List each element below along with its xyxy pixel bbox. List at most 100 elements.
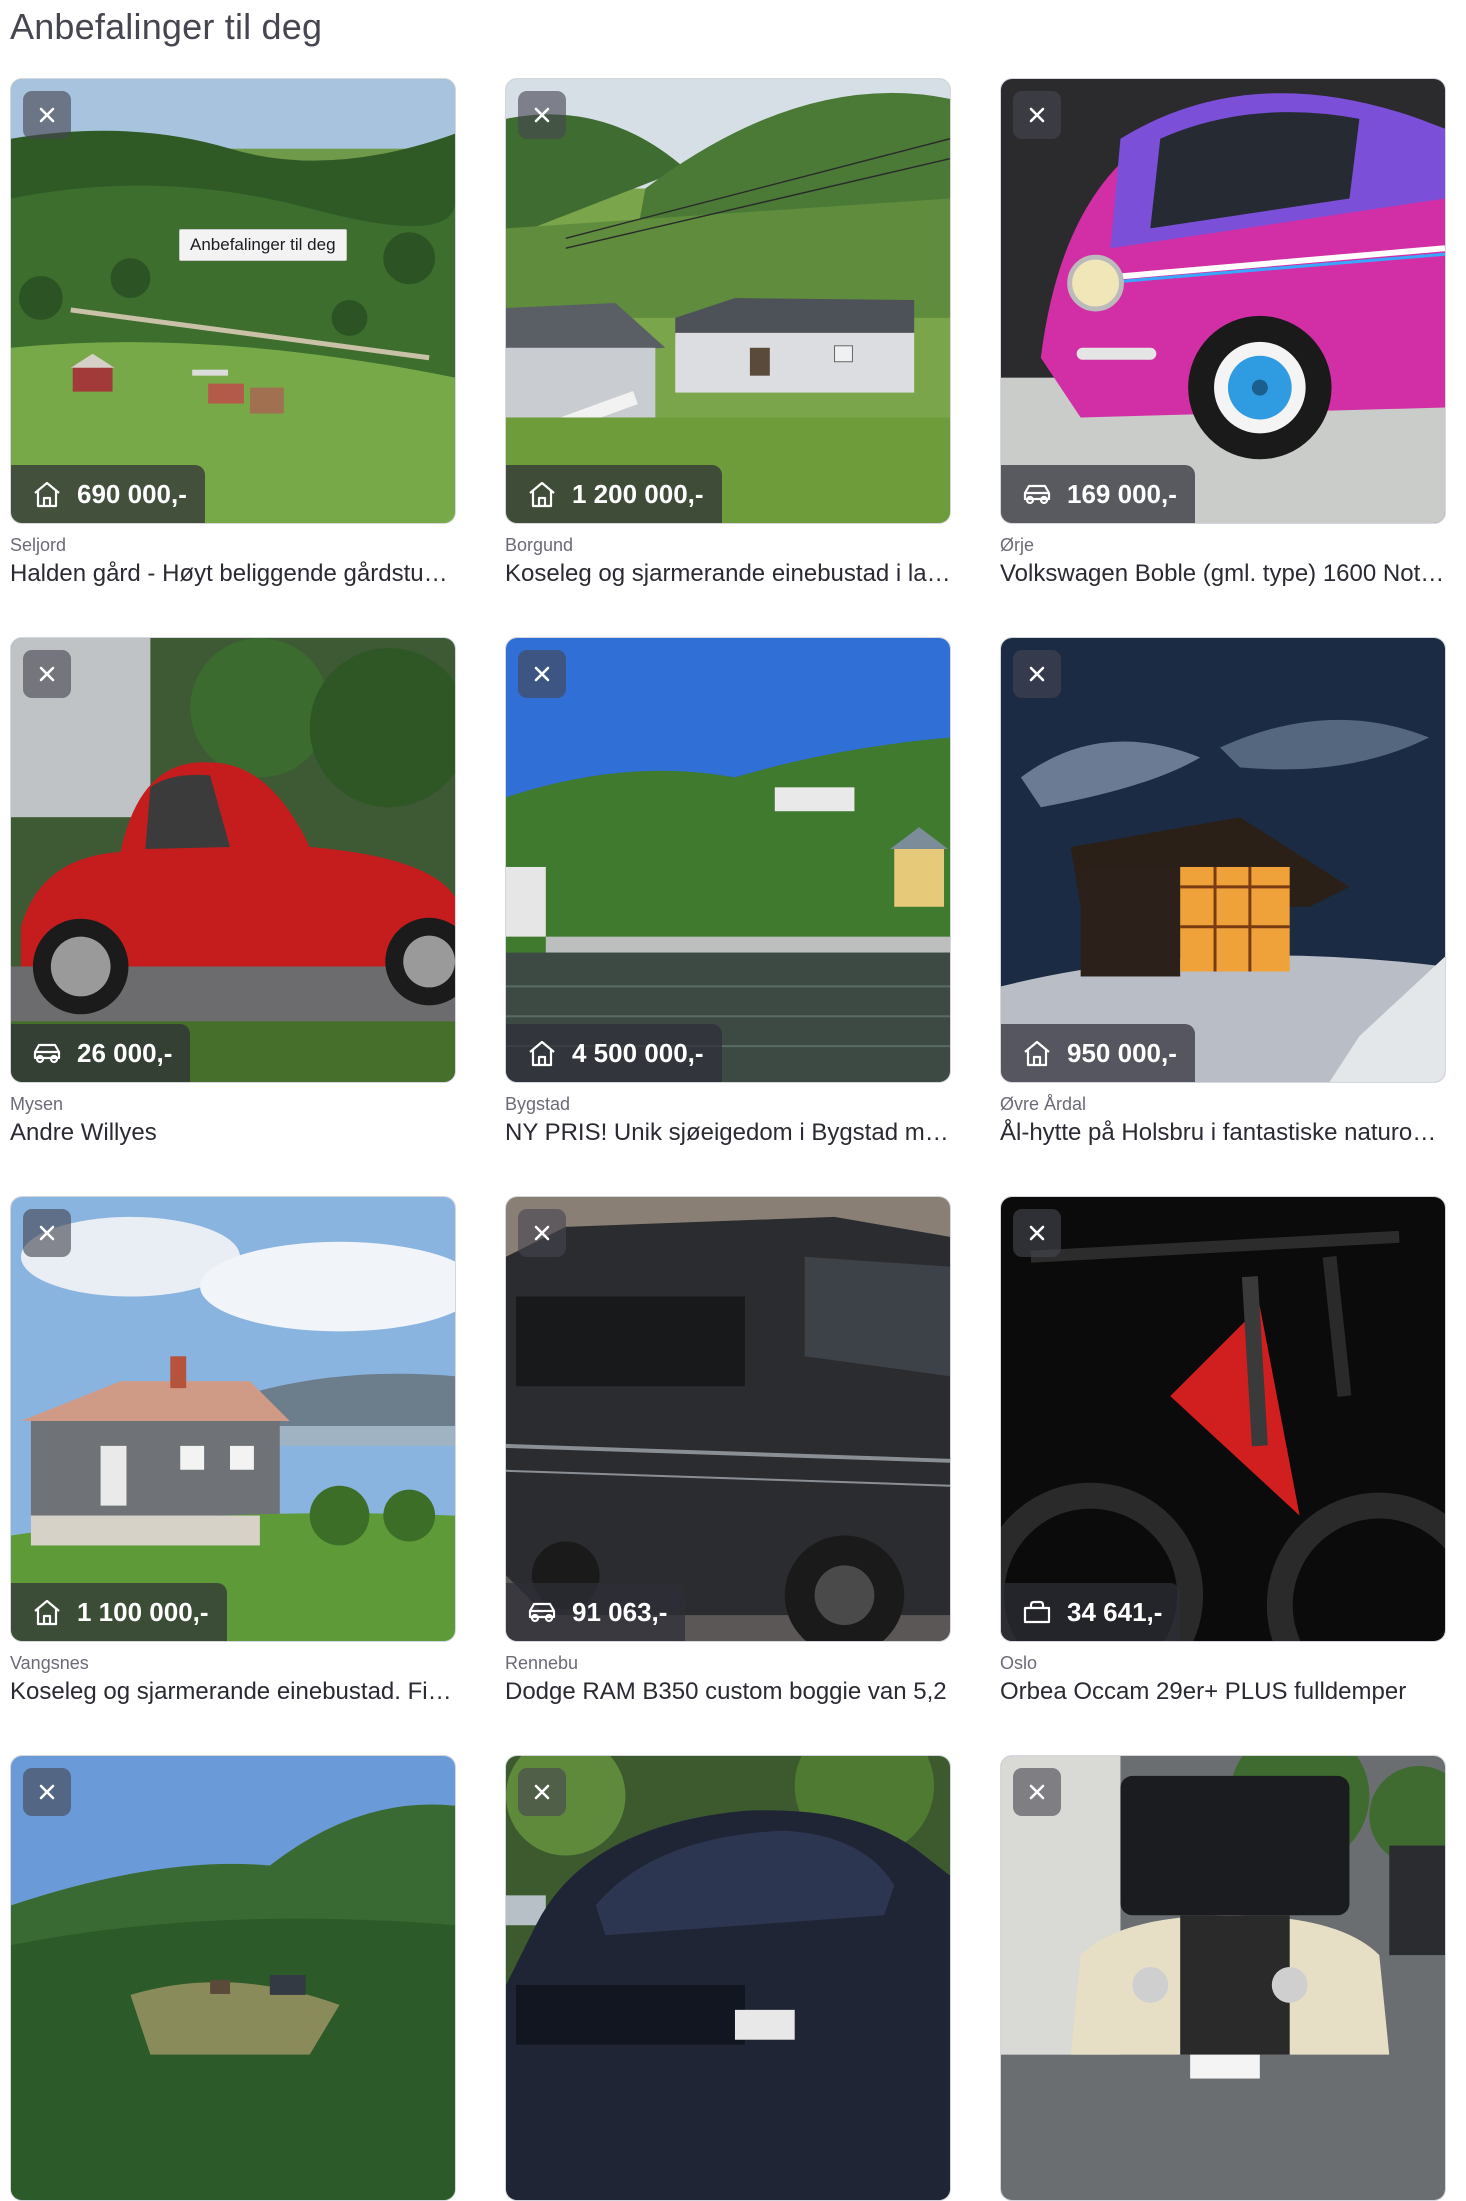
listing-card[interactable]: 34 641,- Oslo Orbea Occam 29er+ PLUS ful… <box>1000 1196 1446 1708</box>
dismiss-button[interactable] <box>1013 91 1061 139</box>
price-text: 1 100 000,- <box>77 1596 209 1627</box>
cabin-night-photo <box>1001 638 1445 1082</box>
mountain-bike-photo <box>1001 1197 1445 1641</box>
listing-location: Rennebu <box>505 1653 579 1673</box>
listing-location: Øvre Årdal <box>1000 1094 1087 1114</box>
dismiss-button[interactable] <box>518 1768 566 1816</box>
listing-location: Vangsnes <box>10 1653 89 1673</box>
listing-card[interactable] <box>1000 1755 1446 2201</box>
close-icon <box>534 1784 550 1800</box>
listing-title[interactable]: Koseleg og sjarmerande einebustad. Fint … <box>10 1676 456 1708</box>
dismiss-button[interactable] <box>23 91 71 139</box>
listing-title[interactable]: Dodge RAM B350 custom boggie van 5,2 <box>505 1676 951 1708</box>
car-icon <box>33 1043 61 1064</box>
listing-location: Mysen <box>10 1094 64 1114</box>
price-text: 4 500 000,- <box>572 1037 704 1068</box>
price-badge: 34 641,- <box>1001 1583 1181 1641</box>
listing-image[interactable] <box>10 1755 456 2201</box>
price-badge: 169 000,- <box>1001 465 1195 523</box>
listing-card[interactable] <box>505 1755 951 2201</box>
listing-title[interactable]: Orbea Occam 29er+ PLUS fulldemper <box>1000 1676 1446 1708</box>
close-icon <box>39 1784 55 1800</box>
close-icon <box>534 1225 550 1241</box>
farm-landscape-photo <box>11 79 455 523</box>
forest-valley-photo <box>11 1756 455 2200</box>
price-text: 690 000,- <box>77 478 187 509</box>
close-icon <box>39 107 55 123</box>
close-icon <box>39 1225 55 1241</box>
price-badge: 91 063,- <box>506 1583 686 1641</box>
listing-image[interactable]: 1 100 000,- <box>10 1196 456 1642</box>
dark-sedan-photo <box>506 1756 950 2200</box>
price-badge: 26 000,- <box>11 1024 191 1082</box>
vw-beetle-photo <box>1001 79 1445 523</box>
listing-location: Bygstad <box>505 1094 571 1114</box>
price-badge: 1 100 000,- <box>11 1583 227 1641</box>
listing-card[interactable]: 1 200 000,- Borgund Koseleg og sjarmeran… <box>505 78 951 590</box>
dismiss-button[interactable] <box>23 1209 71 1257</box>
listing-image[interactable]: Anbefalinger til deg 690 000,- <box>10 78 456 524</box>
car-icon <box>1023 484 1051 505</box>
close-icon <box>1029 1225 1045 1241</box>
listing-card[interactable]: 91 063,- Rennebu Dodge RAM B350 custom b… <box>505 1196 951 1708</box>
listing-card[interactable]: 950 000,- Øvre Årdal Ål-hytte på Holsbru… <box>1000 637 1446 1149</box>
listing-location: Borgund <box>505 535 574 555</box>
listing-card[interactable]: 4 500 000,- Bygstad NY PRIS! Unik sjøeig… <box>505 637 951 1149</box>
vintage-car-photo <box>1001 1756 1445 2200</box>
price-badge: 4 500 000,- <box>506 1024 722 1082</box>
listing-card[interactable] <box>10 1755 456 2201</box>
recommendation-grid: Anbefalinger til deg 690 000,- Seljord H… <box>0 0 1466 2201</box>
close-icon <box>39 666 55 682</box>
listing-image[interactable] <box>505 1755 951 2201</box>
listing-title[interactable]: Koseleg og sjarmerande einebustad i land… <box>505 558 951 590</box>
listing-title[interactable]: Andre Willyes <box>10 1117 456 1149</box>
dismiss-button[interactable] <box>23 650 71 698</box>
listing-title[interactable]: Volkswagen Boble (gml. type) 1600 Notchb… <box>1000 558 1446 590</box>
house-icon <box>34 1599 60 1626</box>
house-icon <box>1024 1040 1050 1067</box>
listing-card[interactable]: 169 000,- Ørje Volkswagen Boble (gml. ty… <box>1000 78 1446 590</box>
close-icon <box>1029 107 1045 123</box>
dismiss-button[interactable] <box>1013 1209 1061 1257</box>
fjord-property-photo <box>506 638 950 1082</box>
listing-title[interactable]: Halden gård - Høyt beliggende gårdstun m… <box>10 558 456 590</box>
grey-house-photo <box>11 1197 455 1641</box>
red-car-photo <box>11 638 455 1082</box>
listing-image[interactable]: 4 500 000,- <box>505 637 951 1083</box>
dismiss-button[interactable] <box>1013 650 1061 698</box>
price-badge: 1 200 000,- <box>506 465 722 523</box>
tooltip-label: Anbefalinger til deg <box>179 229 347 261</box>
listing-location: Oslo <box>1000 1653 1038 1673</box>
dismiss-button[interactable] <box>23 1768 71 1816</box>
dismiss-button[interactable] <box>518 91 566 139</box>
listing-image[interactable]: 26 000,- <box>10 637 456 1083</box>
price-text: 1 200 000,- <box>572 478 704 509</box>
house-icon <box>529 1040 555 1067</box>
listing-location: Seljord <box>10 535 67 555</box>
dismiss-button[interactable] <box>1013 1768 1061 1816</box>
price-text: 91 063,- <box>572 1596 668 1627</box>
listing-card[interactable]: Anbefalinger til deg 690 000,- Seljord H… <box>10 78 456 590</box>
listing-card[interactable]: 1 100 000,- Vangsnes Koseleg og sjarmera… <box>10 1196 456 1708</box>
house-icon <box>34 481 60 508</box>
price-text: 169 000,- <box>1067 478 1177 509</box>
listing-image[interactable]: 1 200 000,- <box>505 78 951 524</box>
dismiss-button[interactable] <box>518 650 566 698</box>
price-badge: 690 000,- <box>11 465 205 523</box>
listing-image[interactable]: 91 063,- <box>505 1196 951 1642</box>
listing-image[interactable]: 169 000,- <box>1000 78 1446 524</box>
dodge-van-photo <box>506 1197 950 1641</box>
close-icon <box>534 107 550 123</box>
car-icon <box>528 1602 556 1623</box>
price-text: 950 000,- <box>1067 1037 1177 1068</box>
price-text: 26 000,- <box>77 1037 173 1068</box>
listing-image[interactable]: 950 000,- <box>1000 637 1446 1083</box>
listing-title[interactable]: Ål-hytte på Holsbru i fantastiske naturo… <box>1000 1117 1446 1149</box>
bag-icon <box>1023 1600 1051 1624</box>
listing-card[interactable]: 26 000,- Mysen Andre Willyes <box>10 637 456 1149</box>
listing-title[interactable]: NY PRIS! Unik sjøeigedom i Bygstad med e… <box>505 1117 951 1149</box>
dismiss-button[interactable] <box>518 1209 566 1257</box>
listing-image[interactable] <box>1000 1755 1446 2201</box>
listing-location: Ørje <box>1000 535 1035 555</box>
listing-image[interactable]: 34 641,- <box>1000 1196 1446 1642</box>
